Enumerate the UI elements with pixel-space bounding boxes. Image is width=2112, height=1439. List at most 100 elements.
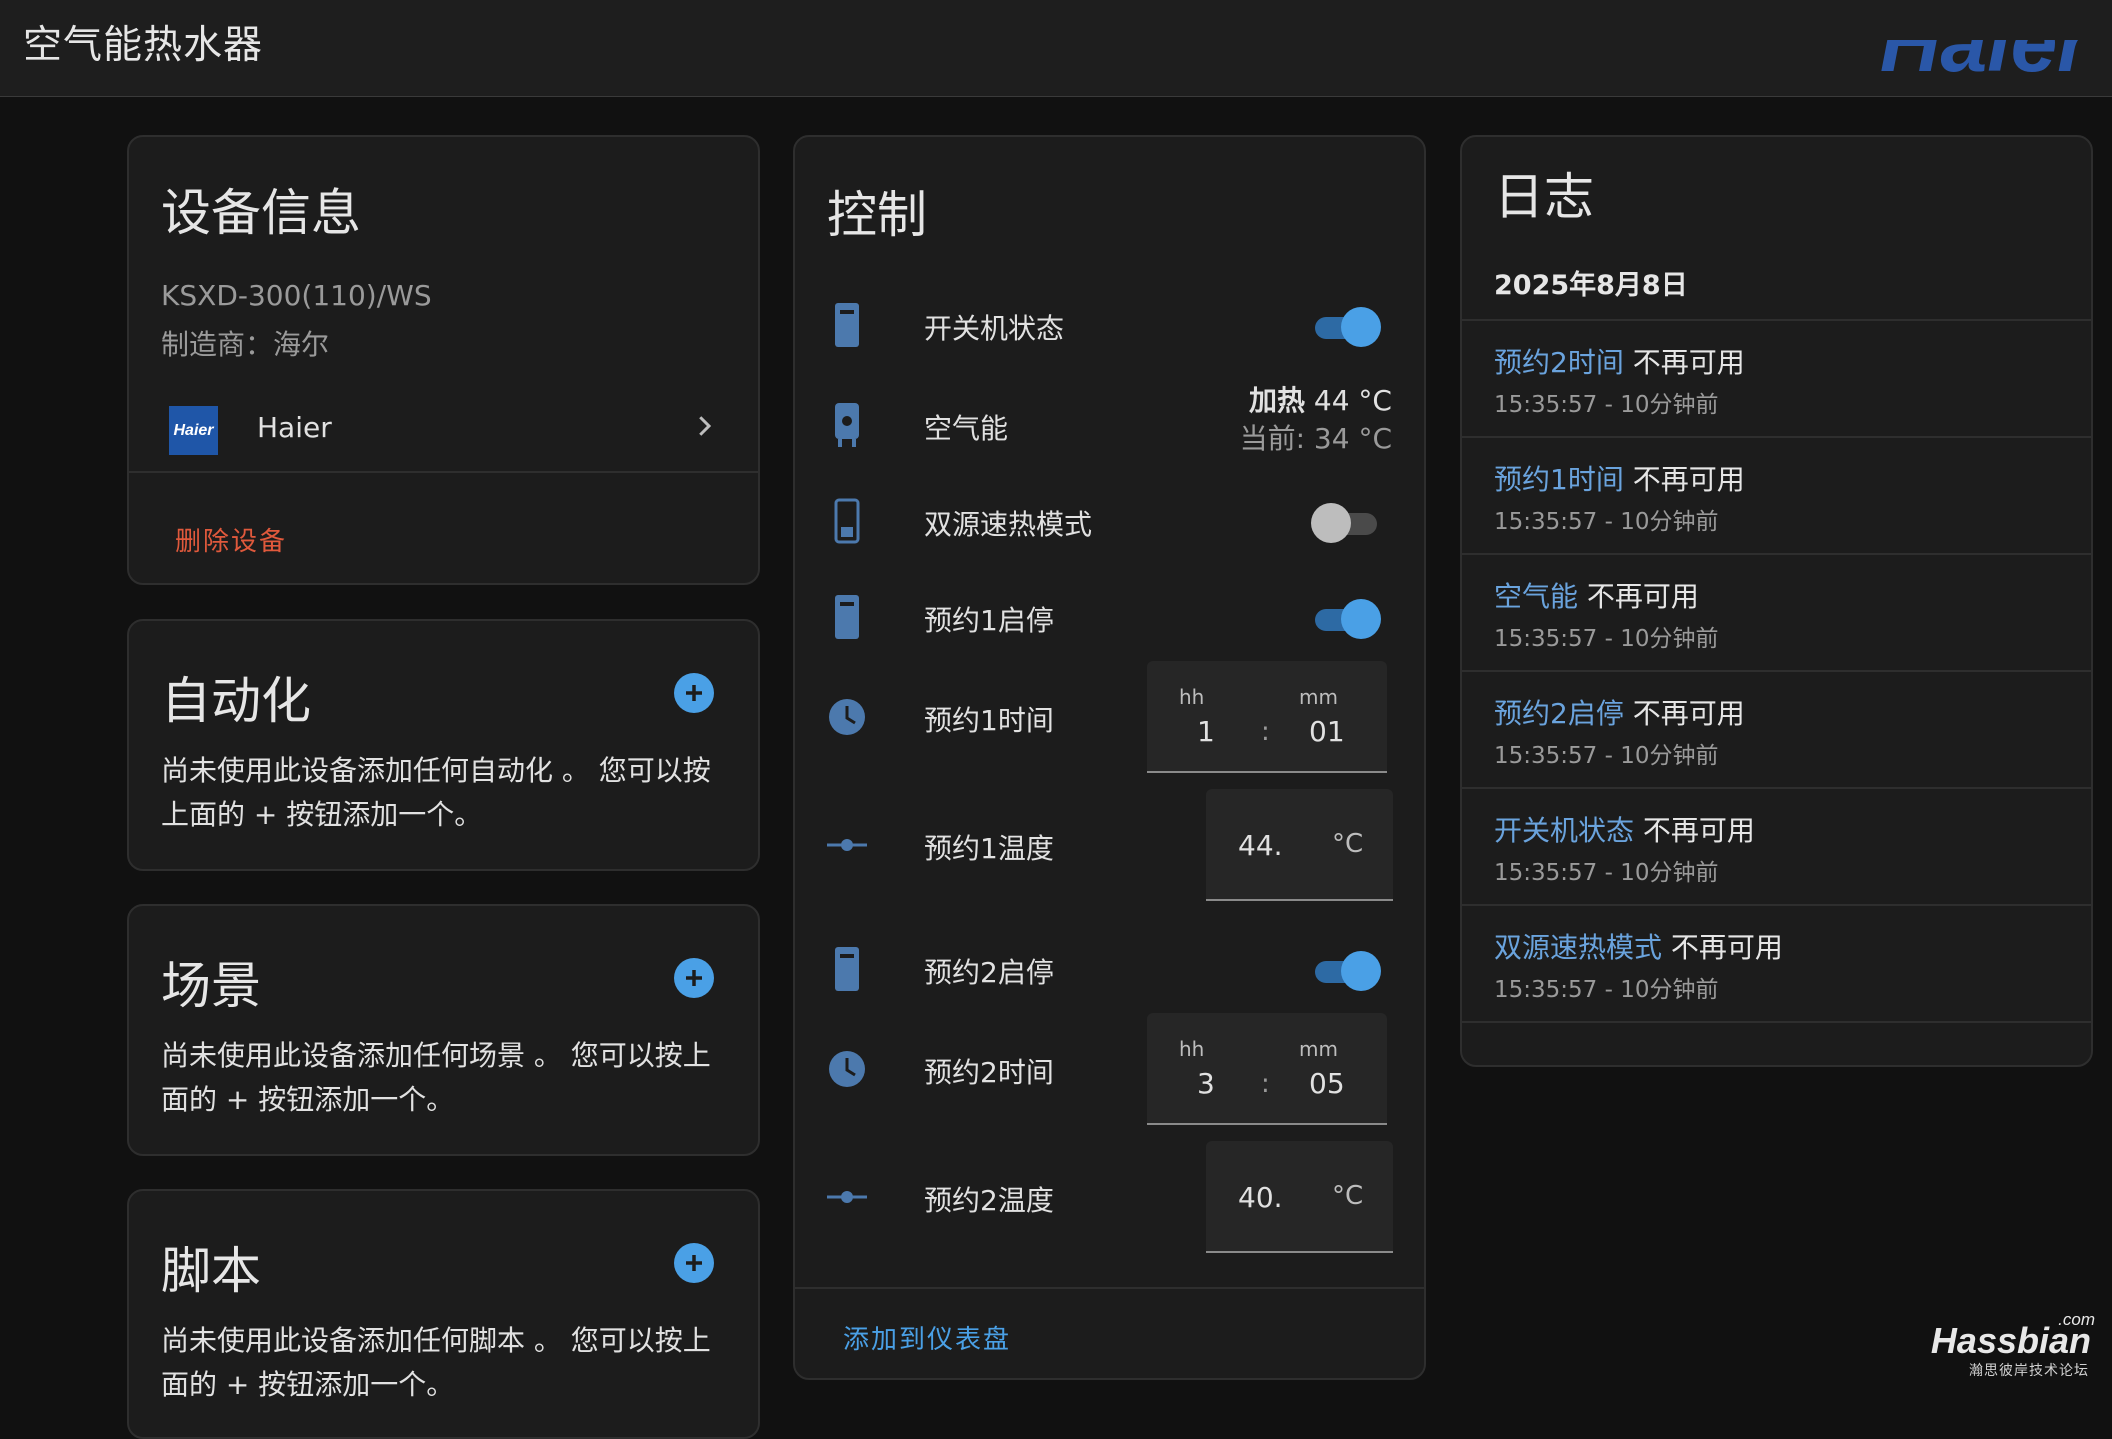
temp-value[interactable]: 44. — [1238, 829, 1283, 862]
water-heater-icon — [835, 303, 859, 347]
control-row-air-energy[interactable]: 空气能 加热 44 °C 当前: 34 °C — [795, 384, 1424, 465]
control-row-power: 开关机状态 — [795, 287, 1424, 367]
automation-title: 自动化 — [161, 672, 311, 730]
hour-field[interactable]: 3 — [1197, 1067, 1215, 1100]
slider-icon — [827, 1191, 867, 1203]
control-label: 预约2时间 — [924, 1056, 1054, 1089]
hour-label: hh — [1179, 685, 1205, 709]
log-time: 15:35:57 - 10分钟前 — [1494, 626, 1719, 652]
add-automation-button[interactable] — [674, 673, 714, 713]
haier-logo-icon: Haier — [169, 406, 218, 455]
control-row-schedule2-switch: 预约2启停 — [795, 931, 1424, 1011]
target-temperature: 44 °C — [1313, 384, 1392, 417]
log-message: 不再可用 — [1586, 580, 1699, 613]
log-entity-link[interactable]: 预约2启停 — [1494, 697, 1624, 730]
log-entity-link[interactable]: 开关机状态 — [1494, 814, 1634, 847]
scene-title: 场景 — [161, 957, 261, 1015]
control-label: 空气能 — [924, 412, 1009, 445]
delete-device-button[interactable]: 删除设备 — [175, 521, 287, 558]
watermark-subtitle: 瀚思彼岸技术论坛 — [1969, 1363, 2089, 1379]
schedule1-toggle[interactable] — [1311, 597, 1381, 641]
log-item: 开关机状态 不再可用 15:35:57 - 10分钟前 — [1462, 787, 2091, 904]
plus-icon — [686, 970, 702, 986]
water-heater-off-icon — [834, 498, 860, 544]
hour-field[interactable]: 1 — [1197, 715, 1215, 748]
integration-name: Haier — [257, 411, 332, 444]
log-entity-link[interactable]: 预约1时间 — [1494, 463, 1624, 496]
automation-card: 自动化 尚未使用此设备添加任何自动化 。 您可以按上面的 + 按钮添加一个。 — [127, 619, 760, 871]
log-message: 不再可用 — [1642, 814, 1755, 847]
log-item: 预约2启停 不再可用 15:35:57 - 10分钟前 — [1462, 670, 2091, 787]
control-label: 预约2启停 — [924, 956, 1054, 989]
watermark: .com Hassbian 瀚思彼岸技术论坛 — [1931, 1310, 2095, 1380]
log-message: 不再可用 — [1670, 931, 1783, 964]
control-row-dual-source: 双源速热模式 — [795, 483, 1424, 563]
hour-label: hh — [1179, 1037, 1205, 1061]
watermark-title: Hassbian — [1930, 1320, 2091, 1361]
control-label: 预约2温度 — [924, 1184, 1054, 1217]
control-footer: 添加到仪表盘 — [795, 1287, 1424, 1378]
power-toggle[interactable] — [1311, 305, 1381, 349]
water-heater-icon — [835, 595, 859, 639]
current-temperature: 当前: 34 °C — [1239, 422, 1392, 455]
page-title: 空气能热水器 — [23, 23, 264, 68]
schedule2-temp-input[interactable]: 40. °C — [1206, 1141, 1393, 1253]
schedule1-time-input[interactable]: hh mm 1 : 01 — [1147, 661, 1387, 773]
control-label: 双源速热模式 — [924, 508, 1093, 541]
control-card: 控制 开关机状态 空气能 加热 44 °C 当前: 34 °C 双源速热模式 预… — [793, 135, 1426, 1380]
water-heater-state: 加热 44 °C — [1249, 379, 1392, 419]
automation-description: 尚未使用此设备添加任何自动化 。 您可以按上面的 + 按钮添加一个。 — [161, 754, 711, 831]
add-scene-button[interactable] — [674, 958, 714, 998]
control-label: 开关机状态 — [924, 312, 1065, 345]
log-date: 2025年8月8日 — [1494, 270, 1688, 301]
control-row-schedule1-time: 预约1时间 hh mm 1 : 01 — [795, 661, 1424, 773]
brand-logo-corner: Haier — [1879, 40, 2090, 89]
control-label: 预约1温度 — [924, 832, 1054, 865]
control-row-schedule2-temp: 预约2温度 40. °C — [795, 1141, 1424, 1253]
time-separator: : — [1261, 1069, 1270, 1099]
log-entity-link[interactable]: 空气能 — [1494, 580, 1578, 613]
log-entity-link[interactable]: 预约2时间 — [1494, 346, 1624, 379]
minute-label: mm — [1299, 685, 1338, 709]
schedule1-temp-input[interactable]: 44. °C — [1206, 789, 1393, 901]
temp-value[interactable]: 40. — [1238, 1181, 1283, 1214]
log-item: 预约2时间 不再可用 15:35:57 - 10分钟前 — [1462, 319, 2091, 436]
scene-description: 尚未使用此设备添加任何场景 。 您可以按上面的 + 按钮添加一个。 — [161, 1039, 711, 1116]
top-bar: 空气能热水器 — [0, 0, 2112, 97]
time-separator: : — [1261, 717, 1270, 747]
schedule2-toggle[interactable] — [1311, 949, 1381, 993]
chevron-right-icon — [699, 416, 712, 436]
scene-card: 场景 尚未使用此设备添加任何场景 。 您可以按上面的 + 按钮添加一个。 — [127, 904, 760, 1156]
schedule2-time-input[interactable]: hh mm 3 : 05 — [1147, 1013, 1387, 1125]
log-message: 不再可用 — [1632, 697, 1745, 730]
dual-source-toggle[interactable] — [1311, 501, 1381, 545]
log-message: 不再可用 — [1632, 463, 1745, 496]
add-script-button[interactable] — [674, 1243, 714, 1283]
minute-label: mm — [1299, 1037, 1338, 1061]
control-row-schedule1-switch: 预约1启停 — [795, 579, 1424, 659]
temp-unit: °C — [1332, 1181, 1364, 1211]
log-entity-link[interactable]: 双源速热模式 — [1494, 931, 1662, 964]
log-time: 15:35:57 - 10分钟前 — [1494, 977, 1719, 1003]
log-time: 15:35:57 - 10分钟前 — [1494, 860, 1719, 886]
device-model: KSXD-300(110)/WS — [161, 279, 432, 312]
clock-icon — [829, 1051, 865, 1087]
water-heater-icon — [835, 947, 859, 991]
log-time: 15:35:57 - 10分钟前 — [1494, 392, 1719, 418]
add-to-dashboard-button[interactable]: 添加到仪表盘 — [843, 1319, 1011, 1356]
control-row-schedule1-temp: 预约1温度 44. °C — [795, 789, 1424, 901]
minute-field[interactable]: 05 — [1309, 1067, 1345, 1100]
clock-icon — [829, 699, 865, 735]
integration-row[interactable]: Haier Haier — [129, 389, 758, 473]
control-row-schedule2-time: 预约2时间 hh mm 3 : 05 — [795, 1013, 1424, 1125]
log-item: 双源速热模式 不再可用 15:35:57 - 10分钟前 — [1462, 904, 2091, 1021]
log-time: 15:35:57 - 10分钟前 — [1494, 743, 1719, 769]
device-info-card: 设备信息 KSXD-300(110)/WS 制造商：海尔 Haier Haier… — [127, 135, 760, 585]
minute-field[interactable]: 01 — [1309, 715, 1345, 748]
log-message: 不再可用 — [1632, 346, 1745, 379]
script-description: 尚未使用此设备添加任何脚本 。 您可以按上面的 + 按钮添加一个。 — [161, 1324, 711, 1401]
log-item: 空气能 不再可用 15:35:57 - 10分钟前 — [1462, 553, 2091, 670]
logbook-card: 日志 2025年8月8日 预约2时间 不再可用 15:35:57 - 10分钟前… — [1460, 135, 2093, 1067]
control-label: 预约1时间 — [924, 704, 1054, 737]
logbook-title: 日志 — [1494, 168, 1594, 226]
